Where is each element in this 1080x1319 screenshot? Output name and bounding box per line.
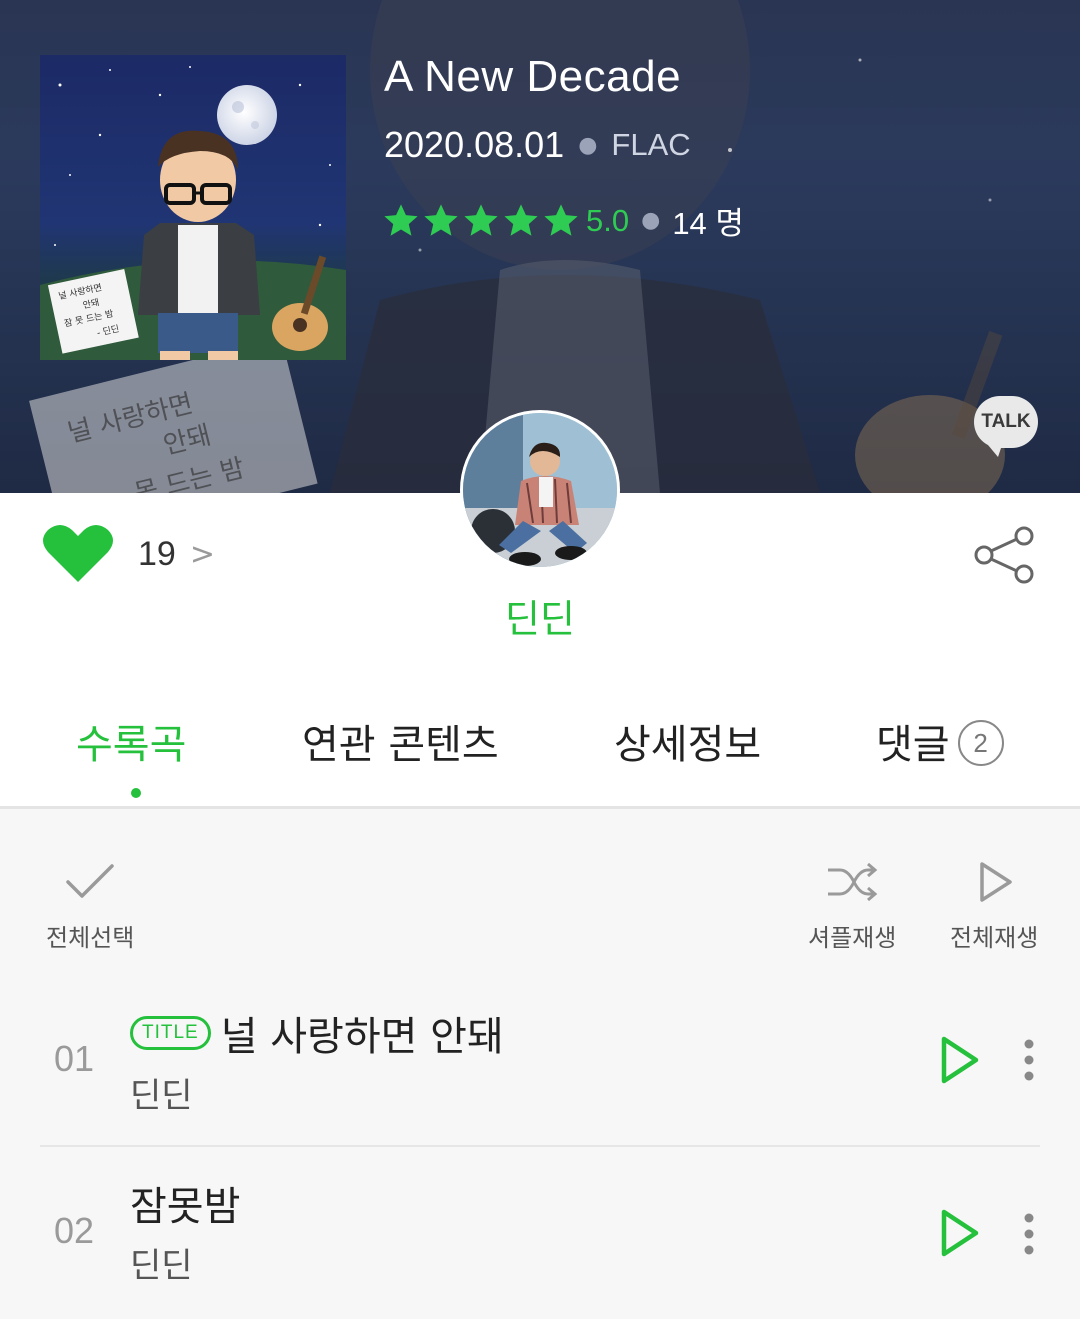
shuffle-play-button[interactable]: 셔플재생	[808, 860, 896, 953]
separator-dot: ●	[578, 132, 598, 158]
artist-photo	[463, 413, 617, 567]
active-tab-indicator	[131, 788, 141, 798]
heart-icon[interactable]	[42, 524, 114, 584]
select-all-button[interactable]: 전체선택	[46, 860, 134, 953]
tab-comments[interactable]: 댓글 2	[876, 712, 1004, 770]
track-title[interactable]: 잠못밤	[130, 1174, 240, 1232]
play-all-label: 전체재생	[950, 924, 1039, 952]
separator-dot: ●	[641, 208, 661, 233]
track-title-row: 잠못밤	[130, 1174, 240, 1232]
share-icon[interactable]	[974, 526, 1036, 584]
release-date: 2020.08.01	[384, 124, 565, 165]
like-button[interactable]: 19 >	[42, 524, 215, 584]
talk-label: TALK	[981, 411, 1031, 432]
shuffle-icon	[828, 862, 878, 902]
rating-stars	[382, 202, 582, 240]
shuffle-play-label: 셔플재생	[808, 924, 897, 952]
tab-bar: 수록곡 연관 콘텐츠 상세정보 댓글 2	[0, 712, 1080, 808]
tab-tracklist[interactable]: 수록곡	[76, 712, 186, 770]
more-icon[interactable]	[1022, 1038, 1036, 1082]
check-icon	[66, 864, 114, 898]
select-all-label: 전체선택	[46, 924, 135, 952]
rating-count: 14 명	[672, 206, 744, 241]
album-title: A New Decade	[384, 52, 682, 101]
tab-details[interactable]: 상세정보	[614, 712, 761, 770]
more-icon[interactable]	[1022, 1212, 1036, 1256]
track-title[interactable]: 널 사랑하면 안돼	[221, 1004, 504, 1062]
track-number: 02	[54, 1210, 95, 1251]
play-icon[interactable]	[938, 1035, 982, 1085]
album-meta: 2020.08.01 ● FLAC	[384, 124, 691, 166]
track-row[interactable]: 02 잠못밤 딘딘	[40, 1160, 1040, 1319]
album-cover[interactable]: 널 사랑하면 안돼 잠 못 드는 밤 - 딘딘	[40, 55, 346, 360]
talk-button[interactable]: TALK	[974, 396, 1038, 457]
play-all-button[interactable]: 전체재생	[950, 860, 1038, 953]
track-row[interactable]: 01 TITLE 널 사랑하면 안돼 딘딘	[40, 990, 1040, 1150]
tab-comments-label: 댓글	[876, 722, 950, 768]
star-icon	[544, 203, 578, 236]
chevron-right-icon[interactable]: >	[190, 537, 215, 572]
star-icon	[504, 203, 538, 236]
star-icon	[464, 203, 498, 236]
artist-avatar[interactable]	[460, 410, 620, 570]
album-cover-art: 널 사랑하면 안돼 잠 못 드는 밤 - 딘딘	[40, 66, 346, 360]
rating[interactable]: 5.0 ● 14 명	[382, 198, 744, 243]
like-count[interactable]: 19	[138, 535, 176, 574]
artist-name[interactable]: 딘딘	[0, 588, 1080, 643]
rating-score: 5.0	[586, 202, 630, 238]
star-icon	[384, 203, 418, 236]
tab-related-content[interactable]: 연관 콘텐츠	[302, 712, 499, 770]
audio-format: FLAC	[611, 127, 691, 162]
play-icon	[980, 862, 1012, 902]
star-icon	[424, 203, 458, 236]
track-title-row: TITLE 널 사랑하면 안돼	[130, 1004, 504, 1062]
play-icon[interactable]	[938, 1208, 982, 1258]
title-badge: TITLE	[130, 1016, 211, 1050]
track-artist[interactable]: 딘딘	[130, 1238, 193, 1287]
track-artist[interactable]: 딘딘	[130, 1068, 193, 1117]
track-divider	[40, 1145, 1040, 1147]
comment-count-badge: 2	[957, 720, 1004, 766]
track-number: 01	[54, 1038, 95, 1079]
